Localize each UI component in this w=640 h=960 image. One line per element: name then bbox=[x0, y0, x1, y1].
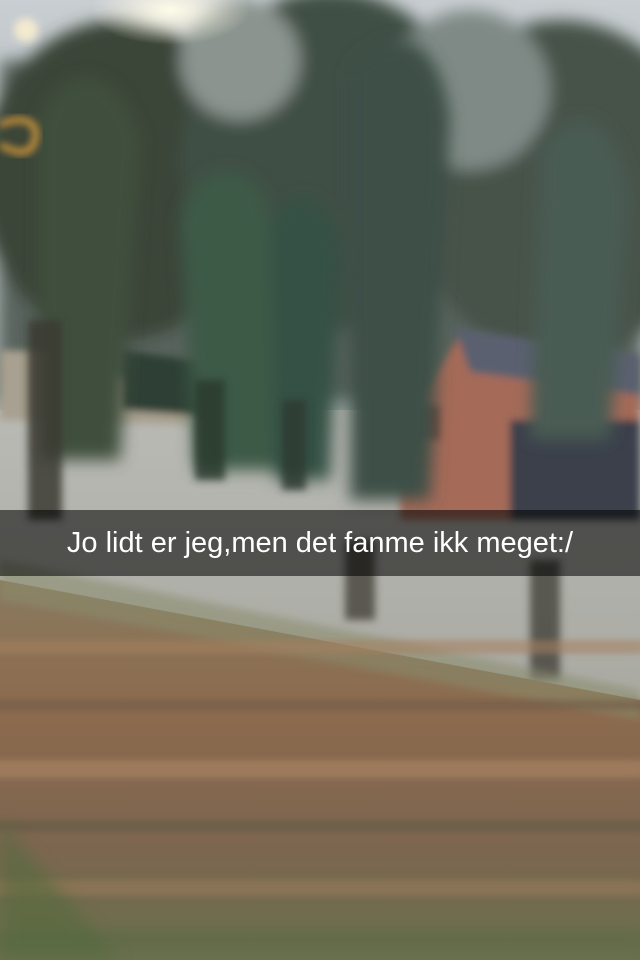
caption-text: Jo lidt er jeg,men det fanme ikk meget:/ bbox=[66, 526, 574, 559]
snap-view[interactable]: Jo lidt er jeg,men det fanme ikk meget:/ bbox=[0, 0, 640, 960]
caption-bar[interactable]: Jo lidt er jeg,men det fanme ikk meget:/ bbox=[0, 510, 640, 576]
photo-background bbox=[0, 0, 640, 960]
